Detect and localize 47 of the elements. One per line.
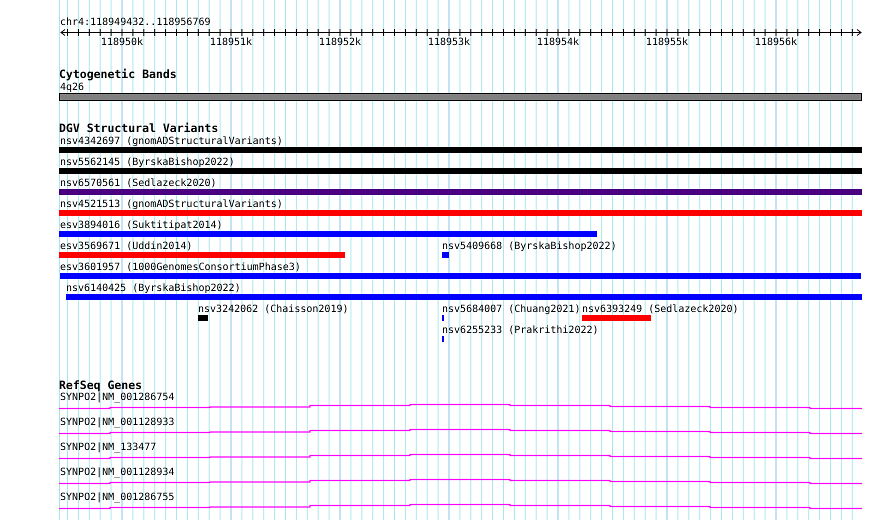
variant-bar[interactable] — [442, 252, 449, 258]
variant-label: nsv4521513 (gnomADStructuralVariants) — [60, 199, 283, 210]
variant-bar[interactable] — [59, 147, 862, 153]
band-label: 4q26 — [60, 82, 84, 93]
variant-bar[interactable] — [59, 231, 597, 237]
gene-line[interactable] — [59, 428, 862, 434]
location-label: chr4:118949432..118956769 — [60, 17, 211, 28]
gene-line[interactable] — [59, 404, 862, 410]
variant-label: nsv5409668 (ByrskaBishop2022) — [442, 241, 617, 252]
variant-bar[interactable] — [59, 189, 862, 195]
ruler-label: 118954k — [536, 37, 580, 48]
ruler-label: 118953k — [428, 37, 470, 48]
variant-label: esv3569671 (Uddin2014) — [60, 241, 192, 252]
gene-line[interactable] — [59, 454, 862, 460]
ruler-label: 118952k — [318, 37, 362, 48]
variant-bar[interactable] — [59, 168, 862, 174]
variant-bar[interactable] — [60, 273, 861, 279]
variant-bar[interactable] — [198, 315, 208, 321]
gene-line[interactable] — [59, 478, 862, 484]
variant-label: nsv6255233 (Prakrithi2022) — [442, 325, 599, 336]
variant-bar[interactable] — [59, 252, 345, 258]
variant-label: nsv6393249 (Sedlazeck2020) — [582, 304, 739, 315]
variant-label: nsv6570561 (Sedlazeck2020) — [60, 178, 217, 189]
variant-bar[interactable] — [582, 315, 651, 321]
gene-label: SYNPO2|NM_001286754 — [60, 392, 174, 403]
ruler-label: 118955k — [646, 37, 688, 48]
variant-label: nsv5684007 (Chuang2021) — [442, 304, 580, 315]
ruler-label: 118951k — [210, 37, 252, 48]
variant-bar[interactable] — [66, 294, 862, 300]
gene-label: SYNPO2|NM_001128934 — [60, 467, 174, 478]
variant-label: esv3894016 (Suktitipat2014) — [60, 220, 223, 231]
ruler-label: 118956k — [754, 37, 798, 48]
variant-label: nsv6140425 (ByrskaBishop2022) — [66, 283, 241, 294]
ruler-label: 118950k — [100, 37, 144, 48]
variant-label: nsv5562145 (ByrskaBishop2022) — [60, 157, 235, 168]
track-title: RefSeq Genes — [59, 378, 142, 392]
track-title: DGV Structural Variants — [59, 121, 218, 135]
track-title: Cytogenetic Bands — [59, 67, 177, 81]
gene-label: SYNPO2|NM_001286755 — [60, 492, 174, 503]
gene-label: SYNPO2|NM_001128933 — [60, 417, 174, 428]
variant-bar[interactable] — [59, 210, 862, 216]
gene-label: SYNPO2|NM_133477 — [60, 442, 156, 453]
band-bar[interactable] — [59, 93, 862, 101]
variant-label: esv3601957 (1000GenomesConsortiumPhase3) — [60, 262, 301, 273]
variant-label: nsv3242062 (Chaisson2019) — [198, 304, 349, 315]
gene-line[interactable] — [59, 504, 862, 510]
variant-label: nsv4342697 (gnomADStructuralVariants) — [60, 136, 283, 147]
